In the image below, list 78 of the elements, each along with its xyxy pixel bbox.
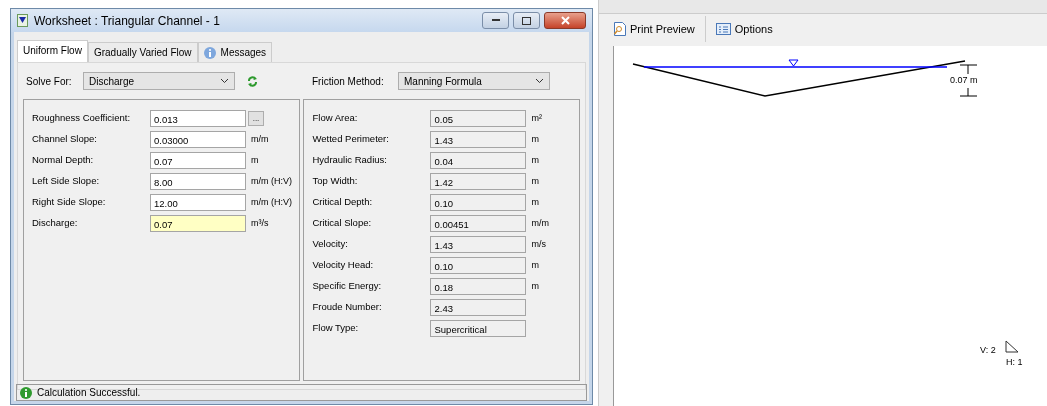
- unit-label: m³/s: [251, 216, 269, 230]
- field-label: Critical Slope:: [312, 216, 373, 231]
- unit-label: m: [531, 132, 539, 146]
- info-icon: [20, 386, 32, 399]
- worksheet-icon: [17, 14, 28, 27]
- field-label: Velocity Head:: [312, 258, 375, 273]
- window-title: Worksheet : Triangular Channel - 1: [34, 12, 220, 30]
- unit-label: m: [531, 153, 539, 167]
- friction-method-dropdown[interactable]: Manning Formula: [398, 72, 550, 90]
- toolbar-button[interactable]: Print Preview: [611, 18, 697, 40]
- field-label: Left Side Slope:: [32, 174, 101, 189]
- unit-label: m/m: [251, 132, 269, 146]
- close-button[interactable]: [544, 12, 586, 29]
- field-label: Velocity:: [312, 237, 349, 252]
- output-field: 2.43: [430, 299, 527, 316]
- close-icon: [560, 16, 570, 25]
- unit-label: m: [531, 279, 539, 293]
- output-field: 0.04: [430, 152, 527, 169]
- input-field[interactable]: 0.013: [150, 110, 246, 127]
- chevron-icon: [535, 78, 544, 84]
- field-label: Specific Energy:: [312, 279, 383, 294]
- output-field: Supercritical: [430, 320, 527, 337]
- minimize-button[interactable]: [482, 12, 509, 29]
- output-field: 0.10: [430, 257, 527, 274]
- output-field: 1.42: [430, 173, 527, 190]
- output-field: 0.18: [430, 278, 527, 295]
- output-field: 0.05: [430, 110, 527, 127]
- output-field: 0.00451: [430, 215, 527, 232]
- refresh-icon[interactable]: [247, 75, 258, 87]
- field-label: Normal Depth:: [32, 153, 95, 168]
- unit-label: m: [531, 195, 539, 209]
- unit-label: m/s: [531, 237, 546, 251]
- unit-label: m: [531, 174, 539, 188]
- input-field[interactable]: 0.07: [150, 152, 246, 169]
- field-label: Flow Area:: [312, 111, 359, 126]
- input-field[interactable]: 0.07: [150, 215, 246, 232]
- input-field[interactable]: 12.00: [150, 194, 246, 211]
- field-label: Roughness Coefficient:: [32, 111, 132, 126]
- field-label: Flow Type:: [312, 321, 360, 336]
- depth-label: 0.07 m: [950, 74, 978, 88]
- tab[interactable]: Messages: [197, 42, 273, 62]
- unit-label: m²: [531, 111, 542, 125]
- output-field: 1.43: [430, 131, 527, 148]
- field-label: Hydraulic Radius:: [312, 153, 388, 168]
- unit-label: m/m (H:V): [251, 195, 292, 209]
- field-label: Wetted Perimeter:: [312, 132, 390, 147]
- scale-label: V: 2: [980, 344, 996, 357]
- unit-label: m: [531, 258, 539, 272]
- unit-label: m: [251, 153, 259, 167]
- field-label: Right Side Slope:: [32, 195, 107, 210]
- status-text: Calculation Successful.: [37, 386, 141, 400]
- options-icon: [715, 23, 731, 35]
- tab[interactable]: Uniform Flow: [17, 40, 88, 62]
- field-label: Friction Method:: [312, 74, 385, 89]
- input-field[interactable]: 8.00: [150, 173, 246, 190]
- field-label: Solve For:: [25, 74, 73, 89]
- slope-triangle-icon: [1005, 340, 1019, 353]
- field-label: Froude Number:: [312, 300, 383, 315]
- output-field: 1.43: [430, 236, 527, 253]
- print-preview-icon: [613, 22, 626, 36]
- maximize-button[interactable]: [513, 12, 540, 29]
- chevron-icon: [220, 78, 229, 84]
- field-label: Critical Depth:: [312, 195, 374, 210]
- toolbar-button[interactable]: Options: [713, 18, 775, 40]
- field-label: Top Width:: [312, 174, 359, 189]
- output-field: 0.10: [430, 194, 527, 211]
- tab[interactable]: Gradually Varied Flow: [87, 42, 198, 62]
- solve-for-dropdown[interactable]: Discharge: [83, 72, 235, 90]
- unit-label: m/m (H:V): [251, 174, 292, 188]
- info-icon: [203, 46, 216, 59]
- input-field[interactable]: 0.03000: [150, 131, 246, 148]
- restore-icon: [522, 16, 531, 25]
- unit-label: m/m: [531, 216, 549, 230]
- minimize-icon: [491, 19, 500, 22]
- scale-label: H: 1: [1006, 356, 1023, 369]
- field-label: Discharge:: [32, 216, 79, 231]
- field-label: Channel Slope:: [32, 132, 98, 147]
- browse-button[interactable]: ...: [248, 111, 264, 126]
